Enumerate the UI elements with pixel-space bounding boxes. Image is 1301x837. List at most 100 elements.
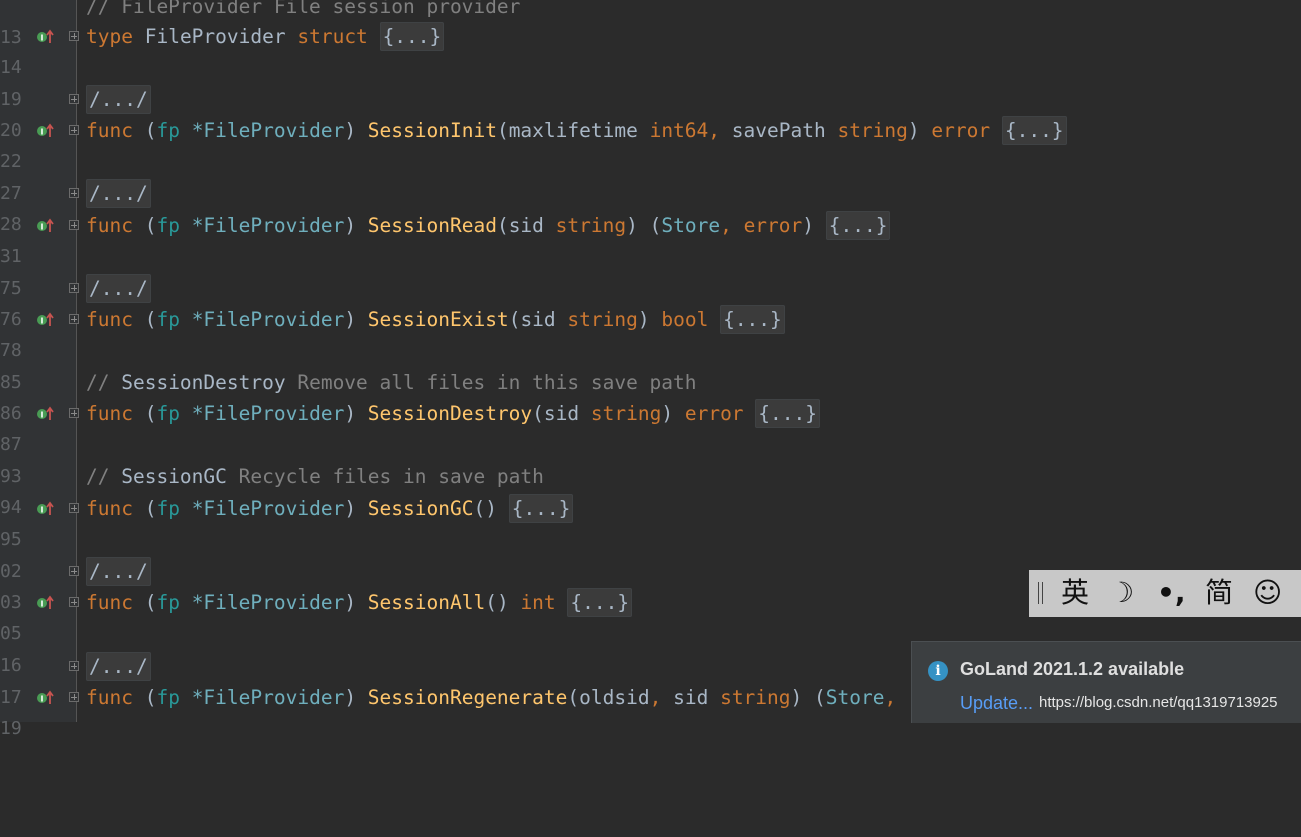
method-name: SessionInit xyxy=(367,119,497,142)
update-link[interactable]: Update... xyxy=(960,693,1033,714)
fold-toggle[interactable] xyxy=(69,661,79,671)
keyword: func xyxy=(86,591,133,614)
comment-symbol: SessionDestroy xyxy=(121,371,286,394)
folded-block[interactable]: {...} xyxy=(755,399,820,428)
receiver-type: *FileProvider xyxy=(191,686,345,709)
folded-block[interactable]: {...} xyxy=(508,494,574,523)
implemented-interface-icon[interactable]: I xyxy=(36,689,54,707)
fold-toggle[interactable] xyxy=(69,408,79,418)
code-line: 95 I func (fp *FileProvider) SessionGC()… xyxy=(0,493,1301,550)
comment-symbol: SessionGC xyxy=(121,465,227,488)
implemented-interface-icon[interactable]: I xyxy=(36,405,54,423)
method-name: SessionRead xyxy=(367,214,497,237)
comment-prefix: // xyxy=(86,465,122,488)
code-line: 76 /.../ xyxy=(0,273,1301,330)
implemented-interface-icon[interactable]: I xyxy=(36,28,54,46)
type-name: FileProvider xyxy=(144,25,286,48)
fold-toggle[interactable] xyxy=(69,94,79,104)
keyword: struct xyxy=(297,25,368,48)
return-type: error xyxy=(684,402,744,425)
fold-toggle[interactable] xyxy=(69,31,79,41)
receiver: fp xyxy=(156,591,180,614)
return-type: error xyxy=(931,119,991,142)
receiver-type: *FileProvider xyxy=(191,119,345,142)
folded-block[interactable]: {...} xyxy=(720,305,785,334)
folded-comment[interactable]: /.../ xyxy=(86,179,151,208)
svg-text:I: I xyxy=(41,411,44,420)
return-type: Store xyxy=(661,214,721,237)
receiver-type: *FileProvider xyxy=(191,497,345,520)
folded-comment[interactable]: /.../ xyxy=(86,274,151,303)
folded-comment[interactable]: /.../ xyxy=(86,85,151,114)
code-line: 85 xyxy=(0,336,1301,393)
implemented-interface-icon[interactable]: I xyxy=(36,500,54,518)
folded-block[interactable]: {...} xyxy=(379,22,445,51)
param: sid xyxy=(520,308,556,331)
code-line: 78 I func (fp *FileProvider) SessionExis… xyxy=(0,304,1301,361)
receiver-type: *FileProvider xyxy=(191,214,345,237)
param-type: string xyxy=(720,686,791,709)
method-name: SessionDestroy xyxy=(367,402,533,425)
watermark-text: https://blog.csdn.net/qq1319713925 xyxy=(1039,694,1278,711)
code-line: 31 I func (fp *FileProvider) SessionRead… xyxy=(0,210,1301,267)
keyword: type xyxy=(86,25,133,48)
receiver: fp xyxy=(156,214,180,237)
receiver: fp xyxy=(156,402,180,425)
svg-text:I: I xyxy=(41,506,44,515)
svg-text:I: I xyxy=(41,695,44,704)
update-notification: i GoLand 2021.1.2 available Update... ht… xyxy=(911,641,1301,723)
param-type: int64 xyxy=(649,119,709,142)
return-type: int xyxy=(520,591,556,614)
param: oldsid xyxy=(579,686,650,709)
simplified-toggle[interactable]: 简 xyxy=(1205,575,1233,611)
fold-toggle[interactable] xyxy=(69,220,79,230)
folded-block[interactable]: {...} xyxy=(1001,116,1067,145)
fold-toggle[interactable] xyxy=(69,503,79,513)
punctuation-toggle[interactable]: •, xyxy=(1157,575,1186,611)
code-line: 87 I func (fp *FileProvider) SessionDest… xyxy=(0,398,1301,455)
folded-comment[interactable]: /.../ xyxy=(86,557,151,586)
implemented-interface-icon[interactable]: I xyxy=(36,217,54,235)
code-line: 75 xyxy=(0,242,1301,299)
implemented-interface-icon[interactable]: I xyxy=(36,122,54,140)
svg-text:I: I xyxy=(41,317,44,326)
moon-icon[interactable]: ☽ xyxy=(1109,575,1134,611)
folded-block[interactable]: {...} xyxy=(825,211,891,240)
param: savePath xyxy=(731,119,826,142)
receiver: fp xyxy=(156,497,180,520)
code-line: 28 /.../ xyxy=(0,178,1301,235)
keyword: func xyxy=(86,497,133,520)
fold-toggle[interactable] xyxy=(69,314,79,324)
language-toggle[interactable]: 英 xyxy=(1061,575,1089,611)
line-number: 19 xyxy=(0,718,22,739)
receiver-type: *FileProvider xyxy=(191,402,345,425)
folded-block[interactable]: {...} xyxy=(567,588,633,617)
emoji-icon[interactable]: ☺ xyxy=(1253,575,1282,611)
implemented-interface-icon[interactable]: I xyxy=(36,311,54,329)
fold-toggle[interactable] xyxy=(69,597,79,607)
return-type: error xyxy=(743,214,803,237)
return-type: Store xyxy=(825,686,885,709)
fold-toggle[interactable] xyxy=(69,283,79,293)
return-type: bool xyxy=(661,308,709,331)
keyword: func xyxy=(86,402,133,425)
param-type: string xyxy=(837,119,908,142)
fold-toggle[interactable] xyxy=(69,566,79,576)
keyword: func xyxy=(86,686,133,709)
code-comment: // FileProvider File session provider xyxy=(86,0,521,18)
receiver: fp xyxy=(156,308,180,331)
implemented-interface-icon[interactable]: I xyxy=(36,594,54,612)
fold-toggle[interactable] xyxy=(69,692,79,702)
keyword: func xyxy=(86,119,133,142)
param-type: string xyxy=(555,214,627,237)
method-name: SessionRegenerate xyxy=(367,686,568,709)
receiver-type: *FileProvider xyxy=(191,308,345,331)
drag-handle[interactable] xyxy=(1038,582,1044,604)
folded-comment[interactable]: /.../ xyxy=(86,652,151,681)
fold-toggle[interactable] xyxy=(69,125,79,135)
fold-toggle[interactable] xyxy=(69,188,79,198)
code-line: 13 // FileProvider File session provider xyxy=(0,0,1301,48)
method-name: SessionExist xyxy=(367,308,509,331)
code-line: 20 /.../ xyxy=(0,84,1301,141)
receiver: fp xyxy=(156,686,180,709)
